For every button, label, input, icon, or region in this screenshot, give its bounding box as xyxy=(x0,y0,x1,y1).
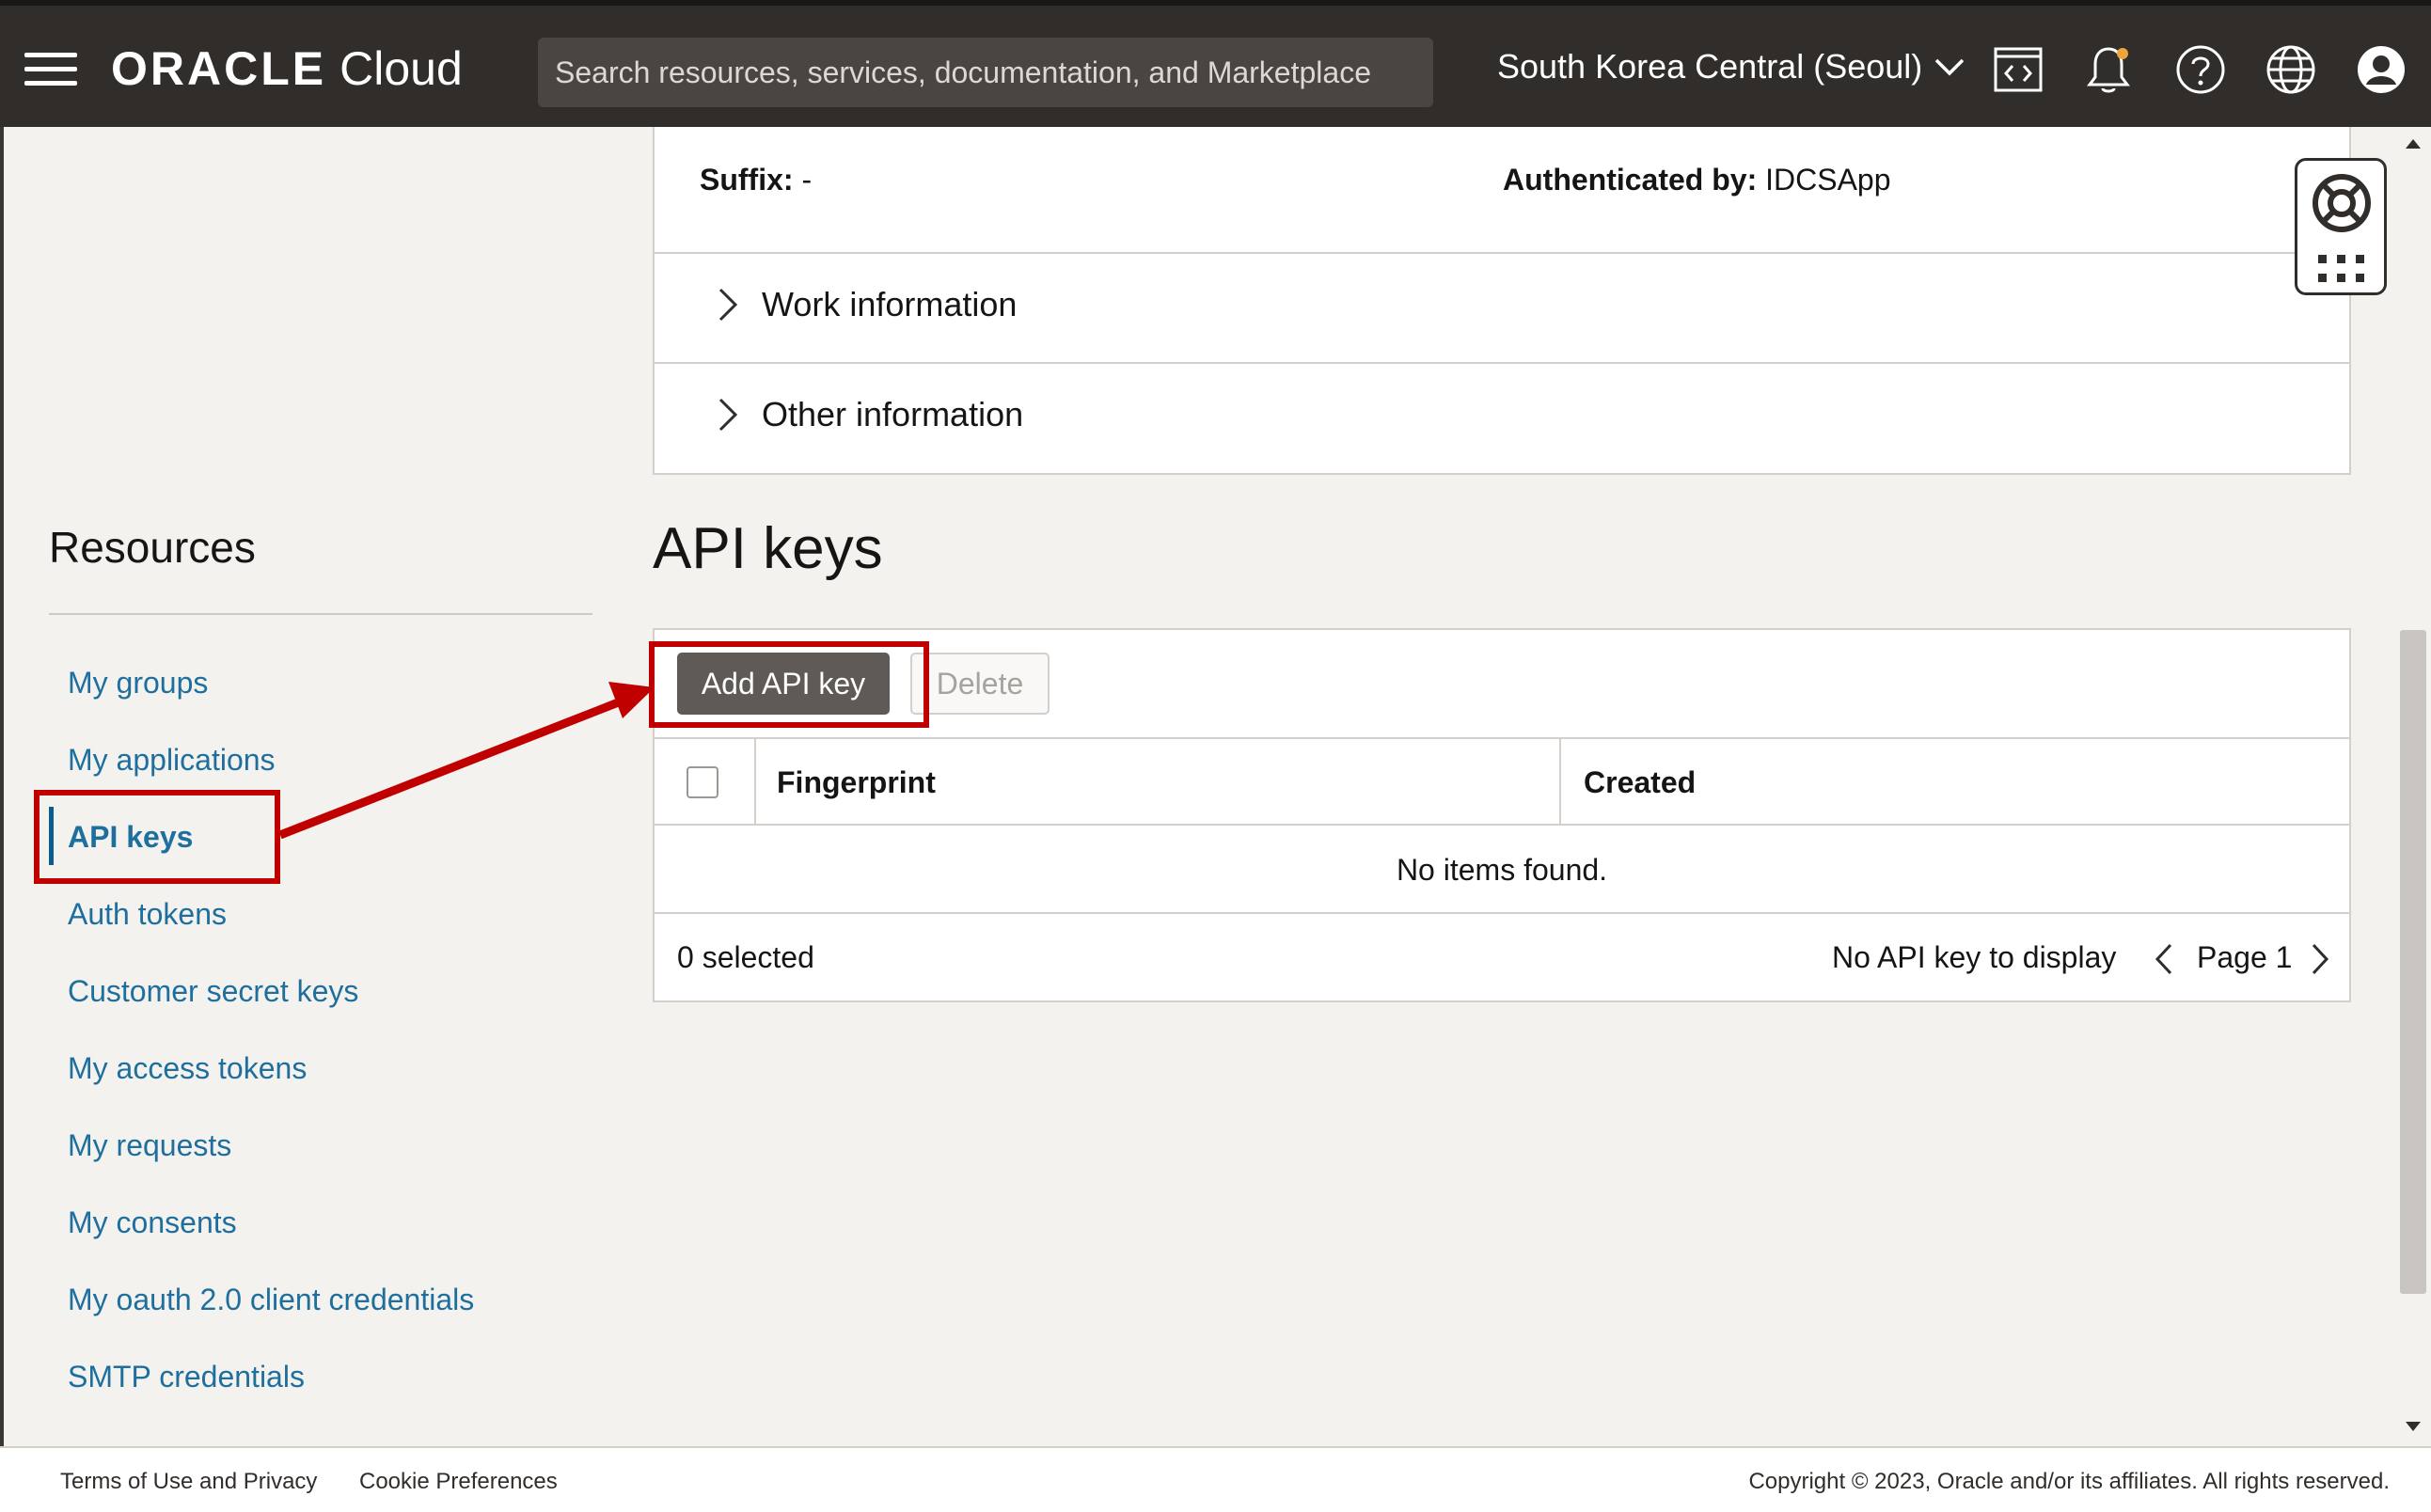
work-information-section[interactable]: Work information xyxy=(713,285,1017,324)
oracle-cloud-logo[interactable]: ORACLE Cloud xyxy=(111,41,463,98)
column-fingerprint[interactable]: Fingerprint xyxy=(777,765,936,800)
work-information-label: Work information xyxy=(762,285,1018,323)
region-selector[interactable]: South Korea Central (Seoul) xyxy=(1497,47,1965,87)
top-navigation-bar: ORACLE Cloud South Korea Central (Seoul) xyxy=(0,0,2431,127)
divider xyxy=(655,252,2349,254)
authenticated-by-label: Authenticated by: xyxy=(1503,163,1758,197)
brand-cloud: Cloud xyxy=(339,42,463,95)
nav-customer-secret-keys[interactable]: Customer secret keys xyxy=(68,974,358,1009)
chevron-right-icon xyxy=(718,398,738,432)
nav-my-groups[interactable]: My groups xyxy=(68,666,208,701)
other-information-label: Other information xyxy=(762,395,1024,433)
cookie-preferences-link[interactable]: Cookie Preferences xyxy=(359,1469,558,1495)
column-created[interactable]: Created xyxy=(1584,765,1696,800)
no-api-key-text: No API key to display xyxy=(1832,940,2117,974)
other-information-section[interactable]: Other information xyxy=(713,395,1023,434)
suffix-label: Suffix: xyxy=(700,163,794,197)
empty-state-text: No items found. xyxy=(655,826,2349,914)
scrollbar-thumb[interactable] xyxy=(2400,630,2426,1294)
resources-heading: Resources xyxy=(49,523,256,572)
nav-oauth-client-credentials[interactable]: My oauth 2.0 client credentials xyxy=(68,1283,474,1317)
search-input[interactable] xyxy=(538,38,1433,107)
nav-my-requests[interactable]: My requests xyxy=(68,1128,231,1163)
code-editor-icon[interactable] xyxy=(1992,43,2044,96)
copyright-text: Copyright © 2023, Oracle and/or its affi… xyxy=(1748,1469,2390,1494)
user-details-card: Suffix: - Authenticated by: IDCSApp Work… xyxy=(653,127,2351,475)
annotation-box-add-api-key xyxy=(649,641,929,728)
region-label: South Korea Central (Seoul) xyxy=(1497,47,1923,86)
chevron-right-icon xyxy=(718,288,738,322)
notifications-bell-icon[interactable] xyxy=(2082,43,2135,96)
suffix-value: - xyxy=(801,163,813,197)
hamburger-menu-icon[interactable] xyxy=(24,53,77,87)
brand-oracle: ORACLE xyxy=(111,42,327,95)
divider xyxy=(655,362,2349,364)
resources-divider xyxy=(49,613,592,615)
chevron-left-icon[interactable] xyxy=(2152,942,2176,976)
nav-my-access-tokens[interactable]: My access tokens xyxy=(68,1051,307,1086)
nav-my-applications[interactable]: My applications xyxy=(68,743,276,778)
nav-my-consents[interactable]: My consents xyxy=(68,1205,237,1240)
table-footer: 0 selected No API key to display Page 1 xyxy=(655,914,2349,1002)
annotation-box-api-keys xyxy=(34,790,280,884)
chevron-right-icon[interactable] xyxy=(2308,942,2332,976)
help-icon[interactable] xyxy=(2174,43,2227,96)
column-separator xyxy=(1559,739,1561,824)
terms-link[interactable]: Terms of Use and Privacy xyxy=(60,1469,317,1495)
chevron-down-icon xyxy=(1935,58,1965,76)
page-number: Page 1 xyxy=(2197,940,2293,974)
apps-grid-icon xyxy=(2318,255,2364,282)
nav-smtp-credentials[interactable]: SMTP credentials xyxy=(68,1360,305,1394)
nav-auth-tokens[interactable]: Auth tokens xyxy=(68,897,227,932)
api-keys-heading: API keys xyxy=(653,516,883,581)
suffix-field: Suffix: - xyxy=(700,163,812,197)
selected-count: 0 selected xyxy=(677,940,814,974)
select-all-checkbox[interactable] xyxy=(687,766,718,798)
lifebuoy-icon xyxy=(2313,174,2371,232)
column-separator xyxy=(754,739,756,824)
scroll-down-icon[interactable] xyxy=(2404,1420,2423,1433)
user-profile-icon[interactable] xyxy=(2355,43,2407,96)
authenticated-by-field: Authenticated by: IDCSApp xyxy=(1503,163,1891,197)
table-header: Fingerprint Created xyxy=(655,737,2349,826)
help-widget[interactable] xyxy=(2295,158,2387,295)
authenticated-by-value: IDCSApp xyxy=(1765,163,1891,197)
left-edge xyxy=(0,127,4,1512)
page-footer: Terms of Use and Privacy Cookie Preferen… xyxy=(0,1446,2431,1512)
scroll-up-icon[interactable] xyxy=(2404,137,2423,150)
delete-button[interactable]: Delete xyxy=(910,653,1050,715)
language-globe-icon[interactable] xyxy=(2265,43,2317,96)
